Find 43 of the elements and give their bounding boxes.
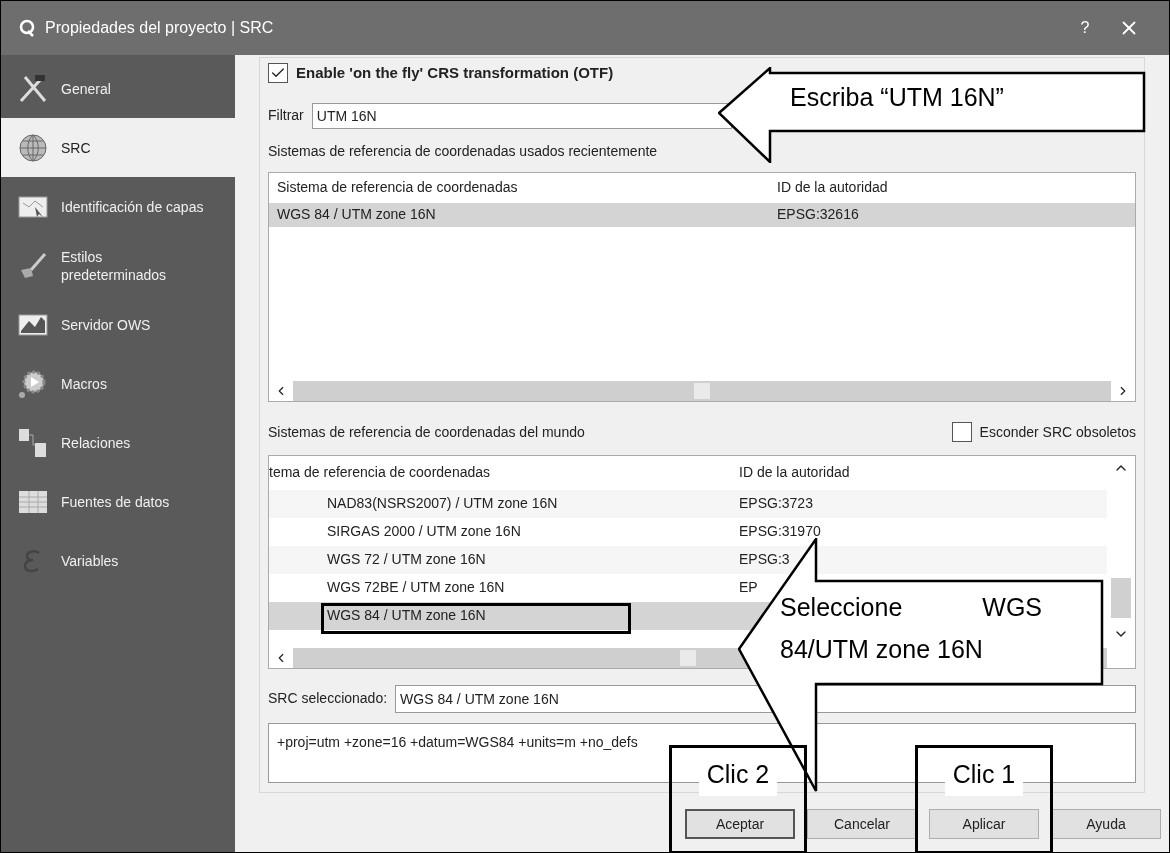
table-cell: EPSG:3723 bbox=[739, 495, 813, 511]
table-cell: WGS 72 / UTM zone 16N bbox=[327, 551, 486, 567]
hide-obsolete-label: Esconder SRC obsoletos bbox=[979, 422, 1136, 442]
table-cell: NAD83(NSRS2007) / UTM zone 16N bbox=[327, 495, 558, 511]
table-row[interactable]: WGS 84 / UTM zone 16N EPSG:32616 bbox=[269, 202, 1135, 227]
selected-crs-label: SRC seleccionado: bbox=[268, 689, 388, 708]
sidebar-item[interactable]: Servidor OWS bbox=[1, 295, 235, 354]
table-cell: WGS 84 / UTM zone 16N bbox=[327, 607, 486, 623]
table-cell: EP bbox=[739, 579, 758, 595]
sidebar-item[interactable]: SRC bbox=[1, 118, 235, 177]
sidebar-item[interactable]: Variables bbox=[1, 531, 235, 590]
otf-label: Enable 'on the fly' CRS transformation (OTF) bbox=[296, 63, 614, 83]
table-cell-text: WGS 84 / UTM zone 16N bbox=[277, 205, 437, 224]
dialog-button[interactable]: Ayuda bbox=[1051, 809, 1161, 839]
table-cell: SIRGAS 2000 / UTM zone 16N bbox=[327, 523, 521, 539]
sidebar-item[interactable]: Macros bbox=[1, 354, 235, 413]
sidebar-item[interactable]: Relaciones bbox=[1, 413, 235, 472]
proj-definition-text: +proj=utm +zone=16 +datum=WGS84 +units=m +no_defs bbox=[277, 733, 638, 750]
selected-crs-field[interactable]: WGS 84 / UTM zone 16N bbox=[395, 684, 1136, 713]
sidebar-item[interactable]: Estilos predeterminados bbox=[1, 236, 235, 295]
dialog-button[interactable]: Aceptar bbox=[685, 809, 795, 839]
sidebar-item[interactable]: Identificación de capas bbox=[1, 177, 235, 236]
help-button[interactable]: ? bbox=[1065, 8, 1105, 48]
column-header[interactable]: ID de la autoridad bbox=[739, 462, 1107, 483]
table-cell: WGS 72BE / UTM zone 16N bbox=[327, 579, 505, 595]
table-cell-text: EPSG:32616 bbox=[777, 205, 860, 224]
sidebar-item[interactable]: Fuentes de datos bbox=[1, 472, 235, 531]
table-cell: EPSG:3 bbox=[739, 551, 790, 567]
sidebar-item[interactable]: General bbox=[1, 59, 235, 118]
dialog-button[interactable]: Aplicar bbox=[929, 809, 1039, 839]
column-header[interactable]: tema de referencia de coordenadas bbox=[269, 462, 739, 483]
column-header[interactable]: Sistema de referencia de coordenadas bbox=[277, 177, 777, 198]
filter-field[interactable]: UTM 16N bbox=[311, 102, 732, 129]
world-crs-title: Sistemas de referencia de coordenadas del mundo bbox=[268, 422, 585, 442]
table-row[interactable]: WGS 72 / UTM zone 16N EPSG:3 bbox=[269, 545, 1107, 574]
table-cell: EPSG:31970 bbox=[739, 523, 821, 539]
table-row[interactable]: NAD83(NSRS2007) / UTM zone 16N EPSG:3723 bbox=[269, 489, 1107, 518]
recent-crs-title: Sistemas de referencia de coordenadas usados recientemente bbox=[268, 141, 659, 161]
filter-label: Filtrar bbox=[268, 106, 304, 125]
column-header[interactable]: ID de la autoridad bbox=[777, 177, 1127, 198]
window-title: Propiedades del proyecto | SRC bbox=[45, 18, 274, 38]
dialog-button[interactable]: Cancelar bbox=[807, 809, 917, 839]
callout-text: Escriba “UTM 16N” bbox=[790, 82, 1004, 113]
